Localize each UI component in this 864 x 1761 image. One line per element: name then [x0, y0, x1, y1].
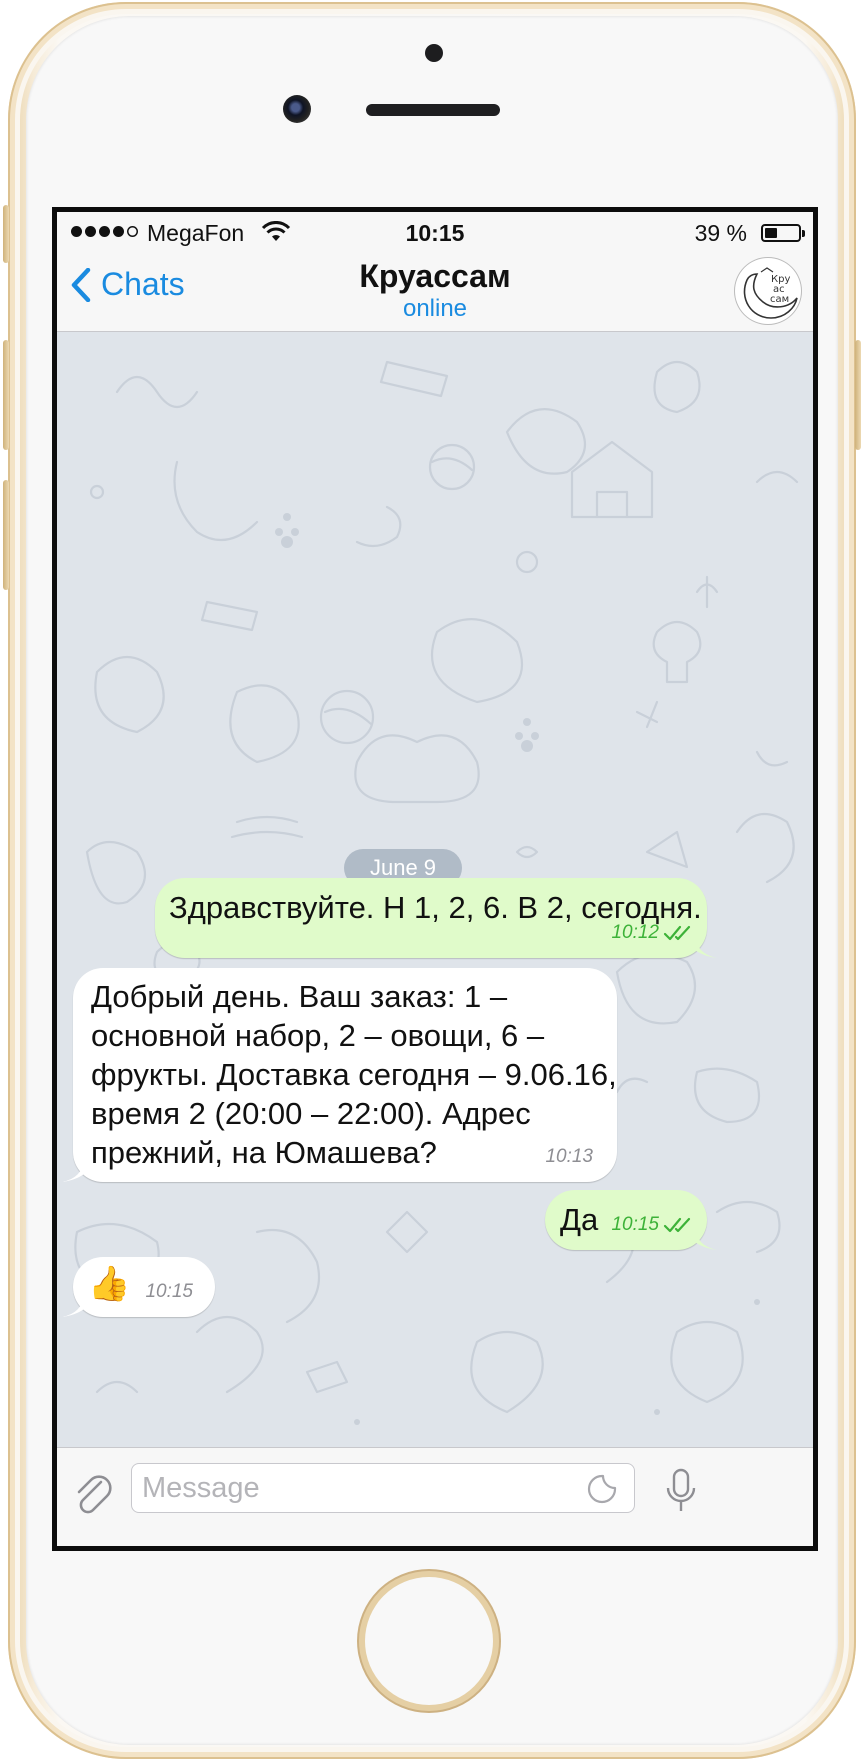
chat-title-block[interactable]: Круассам online — [57, 256, 813, 322]
composer-bar — [57, 1447, 813, 1546]
message-input[interactable] — [131, 1463, 635, 1513]
earpiece-speaker — [366, 104, 500, 116]
chat-status: online — [402, 295, 468, 322]
paperclip-icon[interactable] — [73, 1472, 115, 1518]
message-line: фрукты. Доставка сегодня – 9.06.16, — [91, 1057, 617, 1092]
message-bubble-outgoing[interactable]: Здравствуйте. Н 1, 2, 6. В 2, сегодня. 1… — [155, 878, 707, 958]
message-meta: 10:15 — [611, 1205, 693, 1244]
battery-icon — [761, 224, 805, 242]
bubble-tail-incoming — [62, 1160, 84, 1182]
proximity-sensor — [425, 44, 443, 62]
mute-switch — [3, 205, 9, 263]
chat-title: Круассам — [359, 258, 511, 294]
battery-level-fill — [765, 228, 777, 238]
chat-header: Chats Круассам online Кру ас сам — [57, 252, 813, 332]
message-meta: 10:12 — [611, 913, 693, 952]
thumbs-up-emoji: 👍 — [88, 1264, 131, 1304]
message-time: 10:13 — [545, 1146, 593, 1167]
message-bubble-incoming[interactable]: Добрый день. Ваш заказ: 1 – основной наб… — [73, 968, 617, 1182]
battery-percent: 39 % — [694, 220, 747, 246]
message-bubble-outgoing[interactable]: Да 10:15 — [545, 1190, 707, 1250]
bubble-tail-outgoing — [695, 1228, 717, 1250]
message-time: 10:15 — [611, 1214, 659, 1235]
sticker-icon[interactable] — [587, 1474, 617, 1504]
front-camera — [283, 95, 311, 123]
message-line: время 2 (20:00 – 22:00). Адрес — [91, 1096, 531, 1131]
message-meta: 10:15 — [145, 1272, 193, 1311]
message-bubble-incoming[interactable]: 👍 10:15 — [73, 1257, 215, 1317]
contact-avatar[interactable]: Кру ас сам — [735, 258, 801, 324]
message-text: Да — [560, 1202, 599, 1237]
status-bar: MegaFon 10:15 39 % — [57, 212, 813, 252]
svg-text:сам: сам — [770, 294, 789, 305]
bubble-tail-incoming — [62, 1295, 84, 1317]
read-receipt-icon — [663, 925, 691, 940]
bubble-tail-outgoing — [695, 936, 717, 958]
croissant-moon-logo-icon: Кру ас сам — [743, 267, 798, 319]
message-time: 10:15 — [145, 1281, 193, 1302]
message-text: Добрый день. Ваш заказ: 1 – основной наб… — [91, 977, 617, 1172]
message-list[interactable]: June 9 Здравствуйте. Н 1, 2, 6. В 2, сег… — [57, 332, 813, 1447]
message-meta: 10:13 — [545, 1137, 593, 1176]
home-button[interactable] — [365, 1577, 493, 1705]
microphone-icon[interactable] — [665, 1468, 697, 1514]
read-receipt-icon — [663, 1217, 691, 1232]
power-button — [855, 340, 861, 450]
volume-up-button — [3, 340, 9, 450]
message-line: Добрый день. Ваш заказ: 1 – — [91, 979, 508, 1014]
screen: MegaFon 10:15 39 % Chats Круассам online — [52, 207, 818, 1551]
message-time: 10:12 — [611, 922, 659, 943]
message-line: основной набор, 2 – овощи, 6 – — [91, 1018, 545, 1053]
message-line: прежний, на Юмашева? — [91, 1135, 437, 1170]
volume-down-button — [3, 480, 9, 590]
